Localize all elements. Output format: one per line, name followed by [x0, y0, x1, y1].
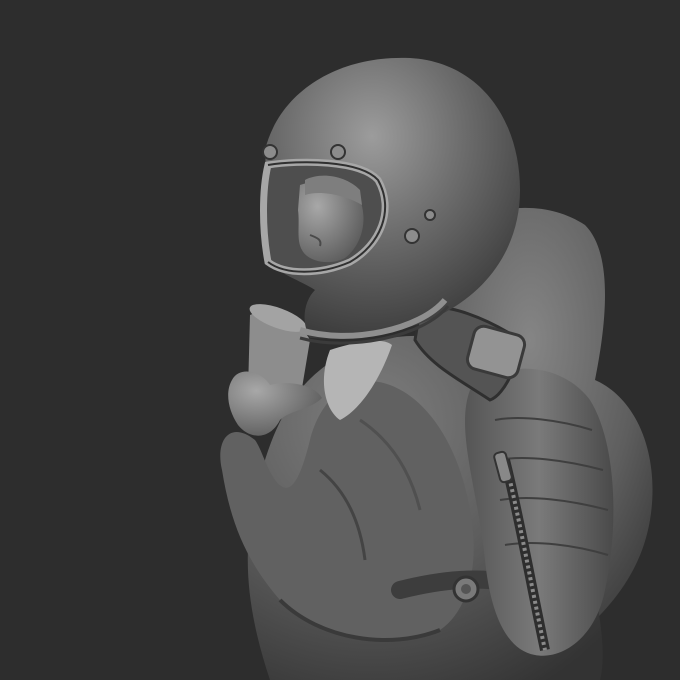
helmet-rivet: [404, 228, 420, 244]
helmet-rivet: [262, 144, 278, 160]
helmet-rivet: [330, 144, 346, 160]
sculpt-render: [0, 0, 680, 680]
clay-figure: [220, 57, 653, 680]
helmet-rivet: [424, 209, 436, 221]
